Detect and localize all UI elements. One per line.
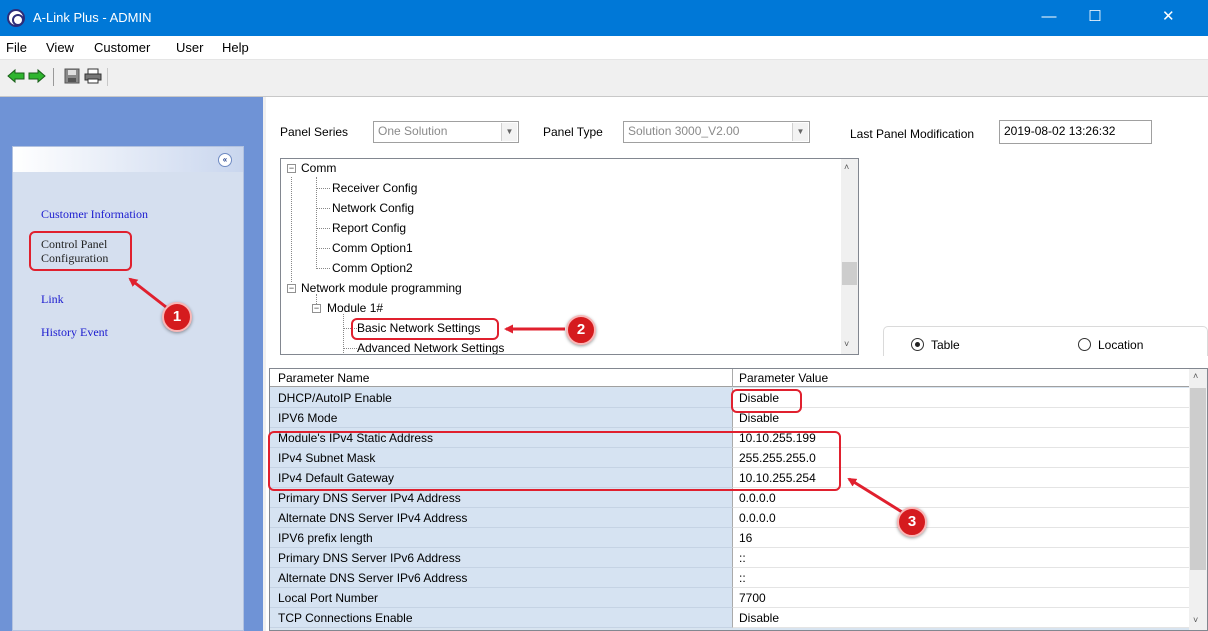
arrow-to-ipv4-settings (847, 477, 903, 514)
callout-badge-1: 1 (162, 302, 192, 332)
callout-badge-2: 2 (566, 315, 596, 345)
arrow-to-control-panel (128, 277, 167, 309)
callout-badge-3: 3 (897, 507, 927, 537)
